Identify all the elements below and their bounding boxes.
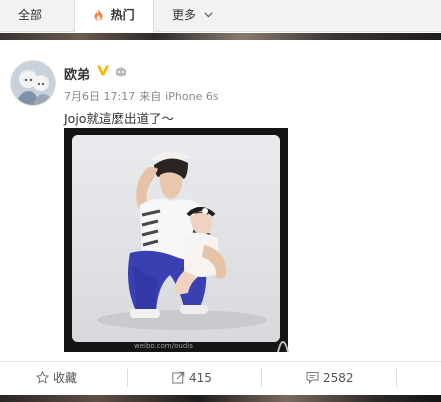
comment-icon <box>306 372 319 384</box>
action-separator <box>261 369 262 387</box>
background-photo-strip-bottom <box>0 395 441 402</box>
repost-icon <box>172 371 185 384</box>
post-source[interactable]: iPhone 6s <box>165 90 218 103</box>
action-separator <box>127 369 128 387</box>
repost-count: 415 <box>189 371 212 385</box>
member-icon[interactable] <box>114 66 128 78</box>
post-source-prefix: 来自 <box>139 90 162 103</box>
chevron-down-icon <box>204 12 213 18</box>
tab-bar: 全部 热门 更多 <box>0 0 441 33</box>
tab-all[interactable]: 全部 <box>18 0 42 32</box>
tab-hot-label: 热门 <box>110 8 135 22</box>
repost-button[interactable]: 415 <box>172 362 212 394</box>
comment-button[interactable]: 2582 <box>306 362 354 394</box>
image-watermark: weibo.com/oudis <box>134 342 193 350</box>
tab-all-label: 全部 <box>18 8 43 22</box>
favorite-button[interactable]: 收藏 <box>36 362 77 394</box>
avatar[interactable] <box>10 60 56 106</box>
post-date[interactable]: 7月6日 17:17 <box>64 90 135 103</box>
tab-hot[interactable]: 热门 <box>74 0 154 33</box>
image-scroll-indicator-icon <box>277 341 289 353</box>
post-text: Jojo就這麼出道了～ <box>64 111 174 126</box>
tab-more[interactable]: 更多 <box>172 0 213 32</box>
comment-count: 2582 <box>323 371 354 385</box>
avatar-illustration <box>11 61 55 105</box>
post-image[interactable]: weibo.com/oudis <box>64 128 288 352</box>
verified-v-icon <box>97 65 109 76</box>
flame-icon <box>94 9 103 21</box>
photo-illustration <box>72 135 280 342</box>
background-photo-strip-top <box>0 33 441 40</box>
action-separator <box>396 369 397 387</box>
favorite-label: 收藏 <box>53 371 78 385</box>
tab-more-label: 更多 <box>172 8 197 22</box>
username[interactable]: 欧弟 <box>64 64 90 83</box>
post-meta: 7月6日 17:17 来自 iPhone 6s <box>64 88 223 104</box>
action-bar: 收藏 415 2582 <box>0 362 441 394</box>
post-image-content <box>72 135 280 342</box>
star-icon <box>36 371 49 384</box>
